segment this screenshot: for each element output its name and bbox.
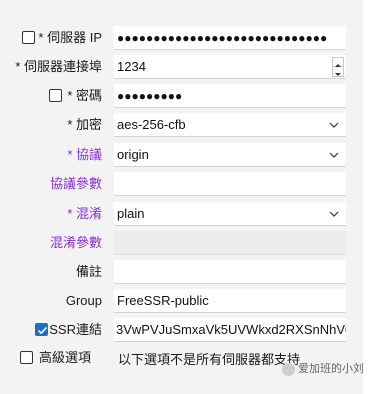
row-obfs-param: 混淆參數: [0, 231, 360, 255]
obfs-select[interactable]: plain: [114, 202, 346, 226]
encryption-select[interactable]: aes-256-cfb: [114, 113, 346, 137]
watermark-logo-icon: [282, 363, 295, 376]
server-port-value: 1234: [117, 59, 146, 74]
advanced-label: 高級選項: [39, 350, 92, 365]
ssr-link-value: 3VwPVJuSmxaVk5UVWkxd2RXSnNhV00: [116, 322, 346, 337]
advanced-checkbox[interactable]: [20, 351, 33, 364]
chevron-down-icon: [329, 152, 339, 158]
protocol-label: * 協議: [67, 147, 102, 162]
row-encryption: * 加密 aes-256-cfb: [0, 113, 360, 137]
row-ssr-link: SSR連結 3VwPVJuSmxaVk5UVWkxd2RXSnNhV00: [0, 318, 360, 342]
row-protocol: * 協議 origin: [0, 143, 360, 167]
server-port-label: * 伺服器連接埠: [15, 59, 102, 74]
protocol-param-input[interactable]: [114, 172, 346, 196]
obfs-param-label: 混淆參數: [49, 235, 102, 250]
row-group: Group FreeSSR-public: [0, 289, 360, 313]
spin-up-button[interactable]: [333, 58, 343, 67]
group-input[interactable]: FreeSSR-public: [114, 289, 346, 313]
panel-edge: [363, 0, 377, 394]
password-input[interactable]: ●●●●●●●●●: [114, 84, 346, 108]
chevron-down-icon: [329, 122, 339, 128]
obfs-value: plain: [117, 206, 145, 221]
port-spinner[interactable]: [332, 57, 344, 77]
server-ip-checkbox[interactable]: [22, 31, 35, 44]
ssr-link-label: SSR連結: [49, 322, 102, 337]
checkmark-icon: [37, 326, 48, 335]
spin-down-icon: [335, 73, 341, 76]
obfs-param-input[interactable]: [114, 231, 346, 255]
server-ip-value: ●●●●●●●●●●●●●●●●●●●●●●●●●●●●●: [117, 31, 328, 45]
row-server-ip: * 伺服器 IP ●●●●●●●●●●●●●●●●●●●●●●●●●●●●●: [0, 26, 360, 50]
advanced-note: 以下選項不是所有伺服器都支持: [118, 352, 301, 367]
protocol-param-label: 協議參數: [49, 176, 102, 191]
group-label: Group: [65, 293, 102, 308]
row-remarks: 備註: [0, 260, 360, 284]
ssr-link-input[interactable]: 3VwPVJuSmxaVk5UVWkxd2RXSnNhV00: [114, 318, 346, 342]
obfs-label: * 混淆: [67, 206, 102, 221]
group-value: FreeSSR-public: [117, 293, 209, 308]
password-checkbox[interactable]: [49, 89, 62, 102]
encryption-value: aes-256-cfb: [117, 117, 186, 132]
row-protocol-param: 協議參數: [0, 172, 360, 196]
server-port-input[interactable]: 1234: [114, 55, 346, 79]
server-ip-input[interactable]: ●●●●●●●●●●●●●●●●●●●●●●●●●●●●●: [114, 26, 346, 50]
watermark-text: 爱加班的小刘: [298, 363, 364, 375]
ssr-link-checkbox[interactable]: [35, 323, 48, 336]
row-server-port: * 伺服器連接埠 1234: [0, 55, 360, 79]
password-value: ●●●●●●●●●: [117, 89, 183, 103]
encryption-label: * 加密: [67, 117, 102, 132]
password-label: * 密碼: [67, 88, 102, 103]
chevron-down-icon: [329, 211, 339, 217]
row-password: * 密碼 ●●●●●●●●●: [0, 84, 360, 108]
remarks-input[interactable]: [114, 260, 346, 284]
remarks-label: 備註: [75, 264, 102, 279]
row-obfs: * 混淆 plain: [0, 202, 360, 226]
protocol-select[interactable]: origin: [114, 143, 346, 167]
server-config-panel: * 伺服器 IP ●●●●●●●●●●●●●●●●●●●●●●●●●●●●● *…: [0, 0, 377, 394]
server-ip-label: * 伺服器 IP: [38, 30, 102, 45]
protocol-value: origin: [117, 147, 149, 162]
spin-down-button[interactable]: [333, 67, 343, 76]
